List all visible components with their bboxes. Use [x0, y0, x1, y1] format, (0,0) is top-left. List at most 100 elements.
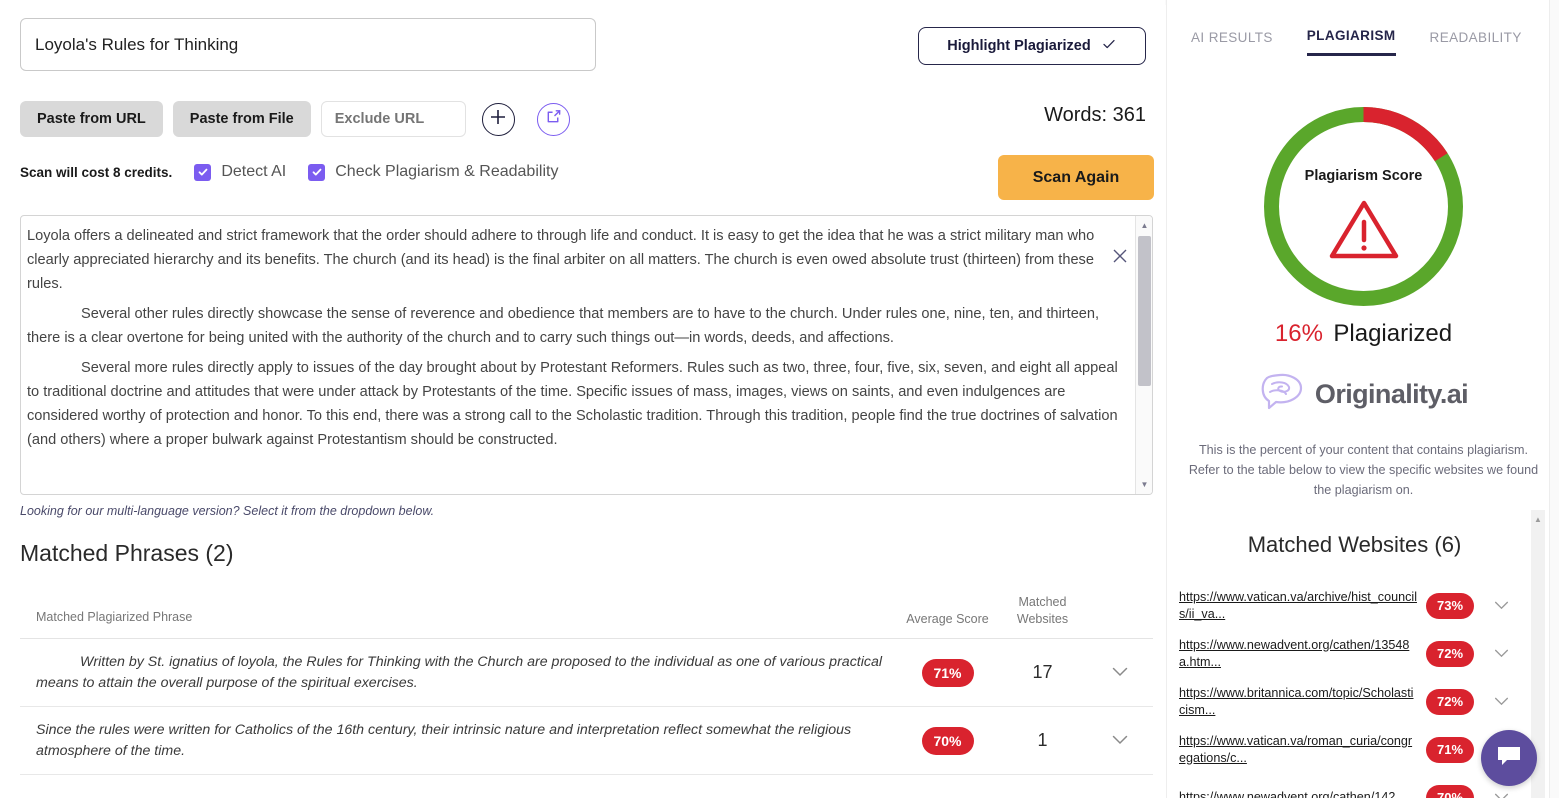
- document-paragraph: Several other rules directly showcase th…: [27, 302, 1124, 350]
- tab-readability[interactable]: READABILITY: [1430, 30, 1522, 55]
- average-score-cell: 71%: [900, 659, 995, 687]
- matched-phrases-table: Matched Plagiarized Phrase Average Score…: [20, 594, 1153, 775]
- phrase-value: Written by St. ignatius of loyola, the R…: [36, 652, 884, 694]
- matched-website-url[interactable]: https://www.vatican.va/roman_curia/congr…: [1179, 733, 1419, 767]
- matched-websites-heading: Matched Websites (6): [1167, 532, 1542, 558]
- paste-from-file-button[interactable]: Paste from File: [173, 101, 311, 137]
- document-title-input[interactable]: [20, 18, 596, 71]
- share-export-icon: [545, 108, 562, 130]
- results-pane: AI RESULTS PLAGIARISM READABILITY Plagia…: [1166, 0, 1559, 798]
- document-paragraph: Several more rules directly apply to iss…: [27, 356, 1124, 452]
- scroll-up-icon[interactable]: ▲: [1136, 217, 1153, 234]
- matched-website-url[interactable]: https://www.newadvent.org/cathen/13548a.…: [1179, 637, 1419, 671]
- highlight-plagiarized-label: Highlight Plagiarized: [947, 38, 1090, 54]
- tab-plagiarism[interactable]: PLAGIARISM: [1307, 28, 1396, 56]
- source-buttons-row: Paste from URL Paste from File: [20, 101, 570, 137]
- detect-ai-label: Detect AI: [221, 163, 286, 181]
- export-share-button[interactable]: [537, 103, 570, 136]
- expand-website-button[interactable]: [1481, 693, 1521, 710]
- column-header-average-score: Average Score: [900, 611, 995, 628]
- score-badge: 70%: [922, 727, 974, 755]
- chevron-down-icon: [1112, 664, 1128, 681]
- document-paragraph: Loyola offers a delineated and strict fr…: [27, 224, 1124, 296]
- score-badge: 71%: [1426, 737, 1474, 763]
- word-count-label: Words: 361: [860, 104, 1146, 127]
- matched-websites-count: 1: [995, 730, 1090, 751]
- brain-speech-bubble-icon: [1259, 372, 1305, 417]
- document-text-body[interactable]: Loyola offers a delineated and strict fr…: [21, 216, 1152, 494]
- close-icon[interactable]: [1110, 246, 1130, 266]
- matched-website-url[interactable]: https://www.vatican.va/archive/hist_coun…: [1179, 589, 1419, 623]
- list-item[interactable]: https://www.britannica.com/topic/Scholas…: [1179, 682, 1542, 721]
- table-row[interactable]: Written by St. ignatius of loyola, the R…: [20, 639, 1153, 707]
- scan-again-button[interactable]: Scan Again: [998, 155, 1154, 200]
- list-item[interactable]: https://www.newadvent.org/cathen/13548a.…: [1179, 634, 1542, 673]
- chat-bubble-icon: [1495, 744, 1523, 773]
- score-badge: 73%: [1426, 593, 1474, 619]
- score-badge: 70%: [1426, 785, 1474, 798]
- match-score-cell: 71%: [1419, 737, 1481, 763]
- column-header-matched-websites: Matched Websites: [995, 594, 1090, 628]
- score-badge: 72%: [1426, 641, 1474, 667]
- multi-language-note: Looking for our multi-language version? …: [20, 504, 434, 518]
- matched-phrase-text: Written by St. ignatius of loyola, the R…: [20, 642, 900, 704]
- add-url-button[interactable]: [482, 103, 515, 136]
- match-score-cell: 73%: [1419, 593, 1481, 619]
- matched-website-url[interactable]: https://www.britannica.com/topic/Scholas…: [1179, 685, 1419, 719]
- plagiarized-word: Plagiarized: [1333, 320, 1452, 347]
- plagiarism-score-donut: Plagiarism Score: [1167, 104, 1559, 309]
- match-score-cell: 72%: [1419, 689, 1481, 715]
- check-plagiarism-label: Check Plagiarism & Readability: [335, 163, 558, 181]
- match-score-cell: 70%: [1419, 785, 1481, 798]
- plagiarism-description: This is the percent of your content that…: [1185, 440, 1542, 500]
- tab-ai-results[interactable]: AI RESULTS: [1191, 30, 1273, 55]
- detect-ai-checkbox[interactable]: [194, 164, 211, 181]
- warning-triangle-icon: [1328, 198, 1400, 265]
- match-score-cell: 72%: [1419, 641, 1481, 667]
- donut-center: Plagiarism Score: [1283, 126, 1444, 287]
- expand-row-button[interactable]: [1090, 732, 1150, 749]
- expand-website-button[interactable]: [1481, 597, 1521, 614]
- document-text-card[interactable]: Loyola offers a delineated and strict fr…: [20, 215, 1153, 495]
- brand-name: Originality.ai: [1315, 379, 1468, 410]
- check-icon: [311, 166, 323, 178]
- scroll-up-icon[interactable]: ▲: [1531, 512, 1545, 526]
- matched-website-url[interactable]: https://www.newadvent.org/cathen/142: [1179, 789, 1419, 798]
- matched-phrase-text: Since the rules were written for Catholi…: [20, 710, 900, 772]
- average-score-cell: 70%: [900, 727, 995, 755]
- check-plagiarism-checkbox[interactable]: [308, 164, 325, 181]
- scroll-thumb[interactable]: [1138, 236, 1151, 386]
- check-plagiarism-option[interactable]: Check Plagiarism & Readability: [308, 163, 558, 181]
- plagiarized-summary: 16% Plagiarized: [1167, 320, 1559, 348]
- credits-cost-label: Scan will cost 8 credits.: [20, 165, 172, 180]
- editor-pane: Paste from URL Paste from File Sca: [0, 0, 1165, 798]
- highlight-plagiarized-button[interactable]: Highlight Plagiarized: [918, 27, 1146, 65]
- score-badge: 71%: [922, 659, 974, 687]
- scroll-down-icon[interactable]: ▼: [1136, 476, 1153, 493]
- detect-ai-option[interactable]: Detect AI: [194, 163, 286, 181]
- brand-logo: Originality.ai: [1167, 372, 1559, 417]
- expand-website-button[interactable]: [1481, 645, 1521, 662]
- chat-support-button[interactable]: [1481, 730, 1537, 786]
- text-scrollbar[interactable]: ▲ ▼: [1135, 216, 1152, 494]
- paste-from-url-button[interactable]: Paste from URL: [20, 101, 163, 137]
- list-item[interactable]: https://www.vatican.va/archive/hist_coun…: [1179, 586, 1542, 625]
- score-badge: 72%: [1426, 689, 1474, 715]
- table-header-row: Matched Plagiarized Phrase Average Score…: [20, 594, 1153, 639]
- chevron-down-icon: [1112, 732, 1128, 749]
- page-scrollbar[interactable]: [1549, 0, 1559, 798]
- plagiarized-percent: 16%: [1275, 320, 1323, 347]
- table-row[interactable]: Since the rules were written for Catholi…: [20, 707, 1153, 775]
- matched-websites-count: 17: [995, 662, 1090, 683]
- list-item[interactable]: https://www.newadvent.org/cathen/142 70%: [1179, 778, 1542, 798]
- app-root: Paste from URL Paste from File Sca: [0, 0, 1559, 798]
- plus-icon: [489, 108, 507, 131]
- expand-row-button[interactable]: [1090, 664, 1150, 681]
- exclude-url-input[interactable]: [321, 101, 466, 137]
- column-header-phrase: Matched Plagiarized Phrase: [20, 610, 900, 628]
- results-tabs: AI RESULTS PLAGIARISM READABILITY: [1167, 28, 1559, 56]
- expand-website-button[interactable]: [1481, 789, 1521, 798]
- check-icon: [197, 166, 209, 178]
- matched-phrases-heading: Matched Phrases (2): [20, 540, 233, 567]
- check-icon: [1101, 36, 1117, 57]
